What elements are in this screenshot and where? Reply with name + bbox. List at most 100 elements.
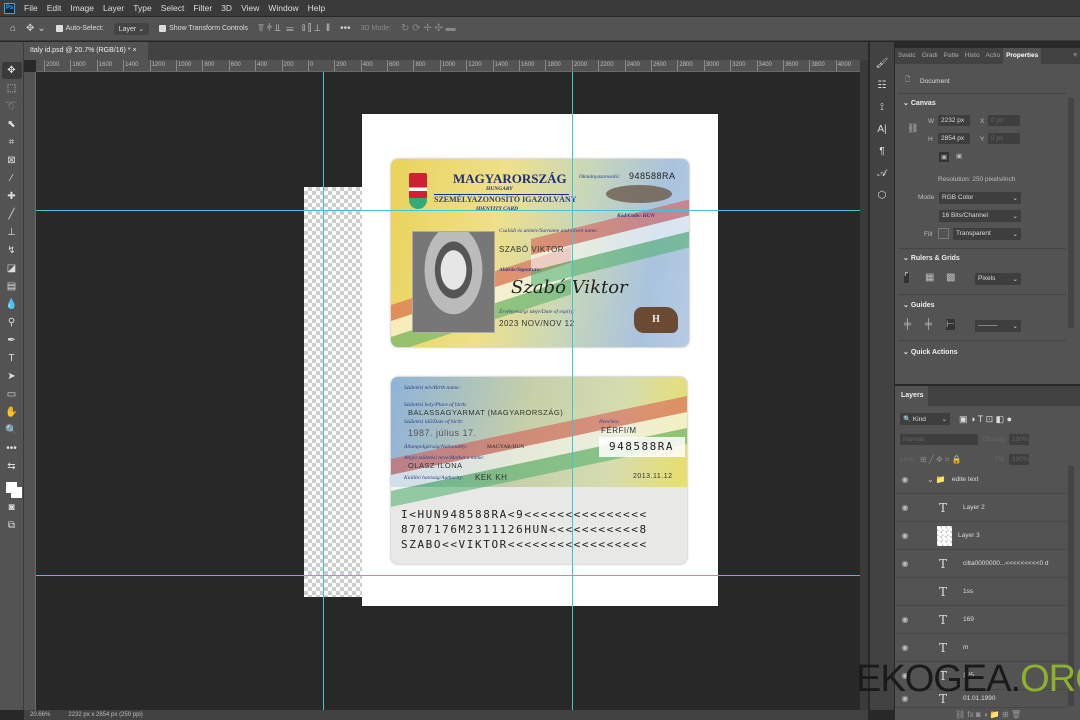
auto-select-checkbox[interactable]: Auto-Select: (55, 25, 104, 32)
tab-histogram[interactable]: Histo (962, 48, 983, 64)
link-dimensions-icon[interactable]: ⛓ (907, 123, 918, 134)
gradient-tool-icon[interactable]: ▤ (2, 278, 22, 295)
fill-field[interactable]: 100% (1009, 454, 1029, 465)
properties-scrollbar[interactable] (1068, 98, 1074, 328)
adjustments-icon[interactable]: ☷ (870, 74, 894, 96)
landscape-orientation-icon[interactable]: ▣ (956, 152, 962, 160)
stamp-tool-icon[interactable]: ⊥ (2, 224, 22, 241)
visibility-eye-icon[interactable]: ◉ (895, 587, 915, 596)
opacity-field[interactable]: 100% (1009, 434, 1029, 445)
more-tools-icon[interactable]: ••• (2, 440, 22, 457)
character-icon[interactable]: A| (870, 118, 894, 140)
zoom-tool-icon[interactable]: 🔍 (2, 422, 22, 439)
menu-image[interactable]: Image (70, 3, 94, 13)
path-select-tool-icon[interactable]: ➤ (2, 368, 22, 385)
panel-menu-icon[interactable]: ≡ (1070, 48, 1080, 64)
screen-mode-icon[interactable]: ⧉ (2, 517, 22, 534)
bit-depth-select[interactable]: 16 Bits/Channel ⌄ (939, 210, 1021, 222)
tab-properties[interactable]: Properties (1003, 48, 1042, 64)
guide-vertical[interactable] (323, 72, 324, 710)
lasso-tool-icon[interactable]: ➰ (2, 98, 22, 115)
filter-type-icons[interactable]: ▣ ◑ T ⊡ ◧ ● (959, 414, 1012, 425)
document-tab[interactable]: Italy id.psd @ 20.7% (RGB/16) * × (24, 42, 148, 60)
menu-edit[interactable]: Edit (47, 3, 62, 13)
rulers-grids-section-title[interactable]: ⌄ Rulers & Grids (903, 254, 960, 262)
layer-group-row[interactable]: ◉ ⌄ 📁 edite text (895, 466, 1067, 494)
frame-tool-icon[interactable]: ⊠ (2, 152, 22, 169)
units-select[interactable]: Pixels ⌄ (975, 273, 1021, 285)
portrait-orientation-icon[interactable]: ▣ (939, 152, 950, 162)
guide-vertical[interactable] (572, 72, 573, 710)
visibility-eye-icon[interactable]: ◉ (895, 615, 915, 624)
pen-tool-icon[interactable]: ✒ (2, 332, 22, 349)
blur-tool-icon[interactable]: 💧 (2, 296, 22, 313)
width-field[interactable]: 2232 px (938, 115, 970, 126)
close-tab-icon[interactable]: × (132, 47, 136, 54)
history-brush-tool-icon[interactable]: ↯ (2, 242, 22, 259)
menu-layer[interactable]: Layer (103, 3, 124, 13)
menu-file[interactable]: File (24, 3, 38, 13)
home-icon[interactable]: ⌂ (10, 23, 16, 34)
pixel-grid-icon[interactable]: ▩ (946, 272, 955, 283)
paths-icon[interactable]: ⟟ (870, 96, 894, 118)
menu-select[interactable]: Select (161, 3, 185, 13)
marquee-tool-icon[interactable]: ⬚ (2, 80, 22, 97)
tab-gradients[interactable]: Gradi (919, 48, 941, 64)
show-transform-checkbox[interactable]: Show Transform Controls (159, 25, 248, 32)
rulers-toggle-icon[interactable]: ⌜ (904, 272, 909, 283)
menu-window[interactable]: Window (268, 3, 298, 13)
crop-tool-icon[interactable]: ⌗ (2, 134, 22, 151)
eraser-tool-icon[interactable]: ◪ (2, 260, 22, 277)
tab-patterns[interactable]: Patte (941, 48, 962, 64)
visibility-eye-icon[interactable]: ◉ (895, 503, 915, 512)
hand-tool-icon[interactable]: ✋ (2, 404, 22, 421)
tab-actions[interactable]: Actio (983, 48, 1003, 64)
healing-brush-tool-icon[interactable]: ✚ (2, 188, 22, 205)
align-icons[interactable]: ⫪ ⫩ ⫫ ☰ ⫾ ⫿ ⊥ ‖ (258, 23, 330, 34)
more-options-button[interactable]: ••• (340, 23, 351, 34)
x-field[interactable]: 0 px (988, 115, 1020, 126)
3d-icon[interactable]: ⬡ (870, 184, 894, 206)
zoom-level[interactable]: 20.66% (30, 712, 50, 718)
guide-horizontal[interactable] (36, 210, 860, 211)
height-field[interactable]: 2854 px (938, 133, 970, 144)
menu-3d[interactable]: 3D (221, 3, 232, 13)
move-tool-icon[interactable]: ✥ (1, 62, 22, 79)
fill-swatch[interactable] (938, 228, 949, 239)
layer-row[interactable]: ◉ T 1ss (895, 578, 1067, 606)
layer-row[interactable]: ◉ T 169 (895, 606, 1067, 634)
smart-guides-icon[interactable]: ⊢ (946, 319, 955, 330)
filter-kind-select[interactable]: 🔍 Kind ⌄ (900, 413, 950, 425)
tab-layers[interactable]: Layers (895, 386, 928, 406)
paragraph-icon[interactable]: ¶ (870, 140, 894, 162)
visibility-eye-icon[interactable]: ◉ (895, 643, 915, 652)
swap-colors-icon[interactable]: ⇆ (2, 458, 22, 475)
3d-tools-icons[interactable]: ↻ ⟳ ✛ ✣ ▬ (401, 23, 456, 34)
brush-tool-icon[interactable]: ╱ (2, 206, 22, 223)
quick-select-tool-icon[interactable]: ⬉ (2, 116, 22, 133)
menu-type[interactable]: Type (133, 3, 151, 13)
guide-style-select[interactable]: ——— ⌄ (975, 320, 1021, 332)
visibility-eye-icon[interactable]: ◉ (895, 559, 915, 568)
layer-row[interactable]: ◉ Tcilta0000000...<<<<<<<<<0 d (895, 550, 1067, 578)
move-tool-icon[interactable]: ✥ ⌄ (26, 23, 46, 34)
y-field[interactable]: 0 px (988, 133, 1020, 144)
canvas-section-title[interactable]: ⌄ Canvas (903, 99, 936, 107)
layer-select[interactable]: Layer ⌄ (113, 22, 150, 35)
layer-row[interactable]: ◉ Layer 3 (895, 522, 1067, 550)
lock-icons[interactable]: ⊞ ╱ ✥ ⌗ 🔒 (920, 455, 962, 465)
eyedropper-tool-icon[interactable]: ⁄ (2, 170, 22, 187)
show-guides-icon[interactable]: ╪ (904, 319, 911, 330)
layer-row[interactable]: ◉ T Layer 2 (895, 494, 1067, 522)
blend-mode-select[interactable]: Normal (900, 434, 978, 445)
rectangle-tool-icon[interactable]: ▭ (2, 386, 22, 403)
quick-actions-section-title[interactable]: ⌄ Quick Actions (903, 348, 958, 356)
quick-mask-icon[interactable]: ◙ (2, 499, 22, 516)
canvas-scrollbar[interactable] (860, 60, 868, 710)
type-tool-icon[interactable]: T (2, 350, 22, 367)
menu-view[interactable]: View (241, 3, 259, 13)
menu-help[interactable]: Help (308, 3, 325, 13)
lock-guides-icon[interactable]: ╪ (925, 319, 932, 330)
fill-select[interactable]: Transparent ⌄ (953, 228, 1021, 240)
menu-filter[interactable]: Filter (193, 3, 212, 13)
